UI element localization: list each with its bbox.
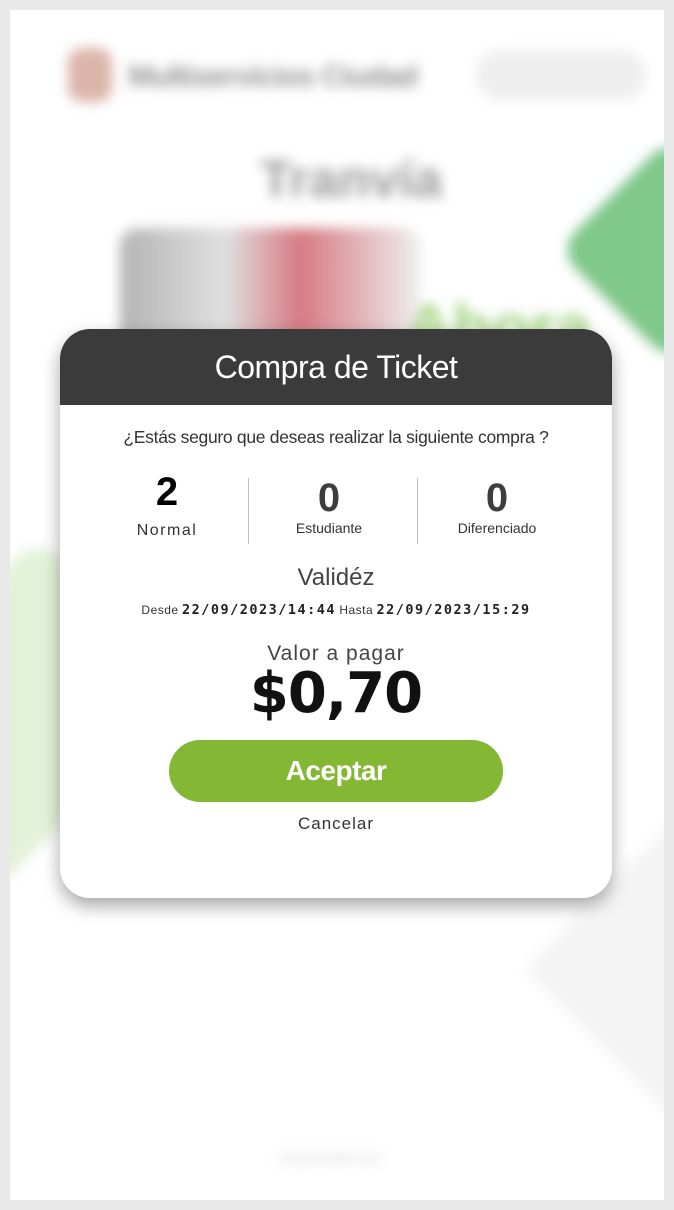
purchase-confirmation-dialog: Compra de Ticket ¿Estás seguro que desea… [60, 329, 612, 898]
validity-from-value: 22/09/2023/14:44 [181, 602, 336, 618]
validity-title: Validéz [297, 564, 375, 591]
cancel-button[interactable]: Cancelar [60, 814, 612, 834]
dialog-title: Compra de Ticket [214, 348, 458, 385]
count-normal: 2 Normal [92, 472, 242, 540]
count-estudiante-label: Estudiante [295, 520, 363, 536]
ticket-counts: 2 Normal 0 Estudiante 0 Diferenciado [60, 472, 612, 552]
divider [417, 478, 418, 544]
count-diferenciado-label: Diferenciado [457, 520, 537, 536]
validity-range: Desde 22/09/2023/14:44 Hasta 22/09/2023/… [60, 602, 612, 618]
dialog-header: Compra de Ticket [60, 329, 612, 405]
validity-to-label: Hasta [339, 603, 374, 617]
count-estudiante-value: 0 [317, 476, 341, 520]
amount-value: $0,70 [249, 661, 423, 726]
validity-from-label: Desde [141, 603, 179, 617]
count-estudiante: 0 Estudiante [254, 478, 404, 536]
count-diferenciado-value: 0 [485, 476, 509, 520]
accept-button[interactable]: Aceptar [169, 740, 503, 802]
confirmation-question: ¿Estás seguro que deseas realizar la sig… [123, 427, 549, 447]
divider [248, 478, 249, 544]
count-normal-value: 2 [155, 470, 179, 514]
count-diferenciado: 0 Diferenciado [422, 478, 572, 536]
validity-to-value: 22/09/2023/15:29 [376, 602, 531, 618]
count-normal-label: Normal [136, 522, 198, 539]
